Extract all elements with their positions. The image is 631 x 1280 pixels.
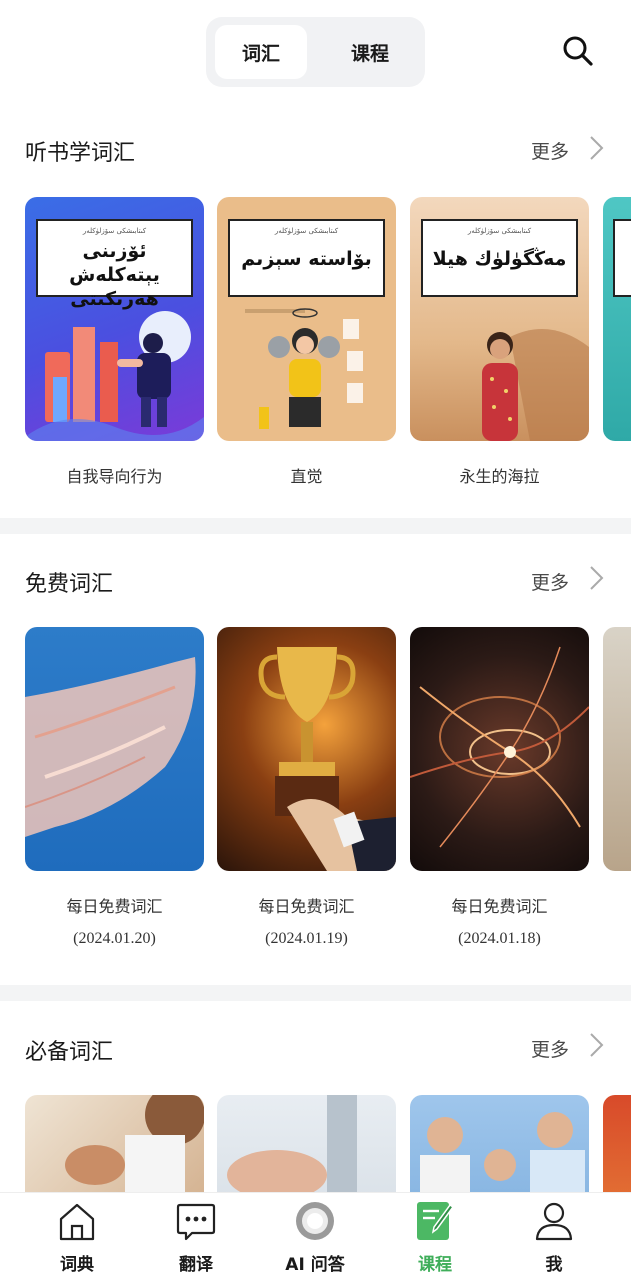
section-divider: [0, 985, 631, 1001]
card-caption: 每日免费词汇: [66, 897, 163, 916]
cover-illustration: [482, 329, 589, 441]
book-card[interactable]: كىتابىشكى سۆزلۈكلەر ئۆزىنى يېتەكلەش هەرى…: [25, 197, 204, 441]
book-cover-label: كىتابىشكى سۆزلۈكلەر ئۆزىنى يېتەكلەش هەرى…: [36, 219, 193, 310]
cover-title: بۆاستە سېزىم: [241, 248, 372, 270]
cover-illustration: [245, 308, 363, 429]
cover-subtitle: كىتابىشكى سۆزلۈكلەر: [82, 227, 147, 235]
vocab-card-partial[interactable]: [603, 627, 631, 871]
nav-course[interactable]: 课程: [385, 1193, 485, 1280]
card-image: [227, 1095, 357, 1192]
nav-label: 词典: [60, 1255, 94, 1275]
notebook-pen-icon: [413, 1199, 457, 1243]
nav-label: 课程: [418, 1255, 452, 1275]
book-card-partial[interactable]: [603, 197, 631, 441]
card-image: [410, 646, 589, 848]
chevron-right-icon[interactable]: [587, 565, 605, 591]
user-icon: [532, 1199, 576, 1243]
tab-course[interactable]: 课程: [324, 25, 416, 79]
card-image: [65, 1095, 204, 1192]
segment-switcher: 词汇 课程: [206, 17, 425, 87]
card-caption: 永生的海拉: [459, 467, 540, 486]
section-title: 免费词汇: [25, 572, 114, 597]
more-link[interactable]: 更多: [531, 137, 569, 164]
vocab-card[interactable]: [217, 1095, 396, 1192]
home-icon: [55, 1199, 99, 1243]
card-image: [25, 657, 196, 837]
card-date: (2024.01.20): [73, 930, 156, 947]
book-cover-label: كىتابىشكى سۆزلۈكلەر مەڭگۈلۈك هيلا: [421, 219, 578, 297]
nav-ai-qa[interactable]: AI 问答: [265, 1193, 365, 1280]
card-caption: 自我导向行为: [66, 467, 163, 486]
chat-bubble-icon: [174, 1199, 218, 1243]
more-link[interactable]: 更多: [531, 568, 569, 595]
book-card[interactable]: كىتابىشكى سۆزلۈكلەر مەڭگۈلۈك هيلا: [410, 197, 589, 441]
card-image: [258, 647, 396, 871]
search-icon[interactable]: [560, 33, 596, 69]
vocab-card[interactable]: [25, 627, 204, 871]
tab-vocab[interactable]: 词汇: [215, 25, 307, 79]
section-essential-vocab: 必备词汇 更多: [0, 1001, 631, 1192]
nav-translate[interactable]: 翻译: [146, 1193, 246, 1280]
cover-title: ئۆزىنى يېتەكلەش هەرىكىتى: [69, 240, 160, 310]
nav-me[interactable]: 我: [504, 1193, 604, 1280]
section-title: 必备词汇: [25, 1040, 114, 1065]
nav-dictionary[interactable]: 词典: [27, 1193, 127, 1280]
cover-title: مەڭگۈلۈك هيلا: [432, 248, 567, 270]
vocab-card[interactable]: [217, 627, 396, 871]
vocab-card[interactable]: [410, 1095, 589, 1192]
chevron-right-icon[interactable]: [587, 1032, 605, 1058]
chevron-right-icon[interactable]: [587, 135, 605, 161]
cover-illustration: [25, 311, 204, 441]
card-image: [420, 1112, 585, 1192]
vocab-card-partial[interactable]: [603, 1095, 631, 1192]
card-date: (2024.01.18): [458, 930, 541, 947]
card-caption: 每日免费词汇: [258, 897, 355, 916]
book-cover-label: كىتابىشكى سۆزلۈكلەر بۆاستە سېزىم: [228, 219, 385, 297]
nav-label: 我: [545, 1255, 563, 1275]
vocab-card[interactable]: [25, 1095, 204, 1192]
bottom-nav: 词典 翻译 AI 问答 课程 我: [0, 1192, 631, 1280]
nav-label: 翻译: [179, 1255, 213, 1275]
top-bar: 词汇 课程: [0, 0, 631, 100]
cover-subtitle: كىتابىشكى سۆزلۈكلەر: [274, 227, 339, 235]
section-divider: [0, 518, 631, 534]
section-title: 听书学词汇: [25, 141, 136, 166]
card-caption: 直觉: [290, 467, 323, 486]
card-caption: 每日免费词汇: [451, 897, 548, 916]
section-listen-books: 听书学词汇 更多 كىتابىشكى سۆزلۈكلەر ئۆزىنى يېتە…: [0, 100, 631, 518]
section-free-vocab: 免费词汇 更多 每日免费词汇 (2024.01.20) 每日免费词汇 (2024…: [0, 534, 631, 985]
cover-subtitle: كىتابىشكى سۆزلۈكلەر: [467, 227, 532, 235]
nav-label: AI 问答: [285, 1255, 345, 1275]
more-link[interactable]: 更多: [531, 1035, 569, 1062]
vocab-card[interactable]: [410, 627, 589, 871]
book-card[interactable]: كىتابىشكى سۆزلۈكلەر بۆاستە سېزىم: [217, 197, 396, 441]
ai-ring-icon: [293, 1199, 337, 1243]
card-date: (2024.01.19): [265, 930, 348, 947]
